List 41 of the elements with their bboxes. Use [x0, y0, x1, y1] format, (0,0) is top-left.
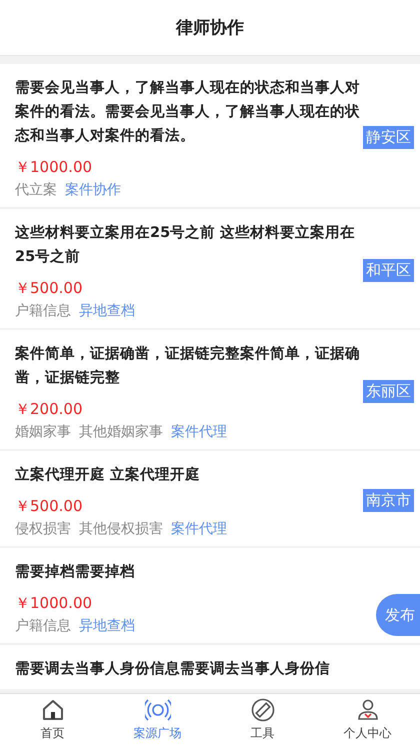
case-price: ￥500.00 [15, 279, 84, 298]
region-badge: 南京市 [363, 489, 414, 512]
case-price: ￥1000.00 [15, 594, 94, 613]
category-tag: 其他婚姻家事 [79, 423, 163, 441]
case-title: 案件简单，证据确凿，证据链完整案件简单，证据确凿，证据链完整 [15, 344, 360, 388]
page-title: 律师协作 [176, 17, 244, 39]
category-tag: 户籍信息 [15, 302, 71, 320]
home-icon [40, 698, 64, 722]
region-badge: 和平区 [363, 259, 414, 282]
case-card[interactable]: 案件简单，证据确凿，证据链完整案件简单，证据确凿，证据链完整 ￥200.00 婚姻家事 其他婚姻家事 案件代理 东丽区 [0, 330, 420, 449]
case-price: ￥1000.00 [15, 158, 94, 177]
case-card[interactable]: 这些材料要立案用在25号之前 这些材料要立案用在25号之前 ￥500.00 户籍信息 异地查档 和平区 [0, 209, 420, 328]
category-tag: 其他侵权损害 [79, 520, 163, 538]
type-tag: 异地查档 [79, 302, 135, 320]
case-card[interactable]: 需要调去当事人身份信息需要调去当事人身份信 [0, 645, 420, 689]
type-tag: 案件代理 [171, 520, 227, 538]
case-title: 需要调去当事人身份信息需要调去当事人身份信 [15, 660, 331, 679]
person-icon [356, 698, 380, 722]
case-title: 需要掉档需要掉档 [15, 562, 136, 582]
nav-tab[interactable]: 个人中心 [315, 694, 420, 746]
region-badge: 静安区 [363, 126, 414, 149]
type-tag: 异地查档 [79, 617, 135, 635]
category-tag: 户籍信息 [15, 617, 71, 635]
nav-tab[interactable]: 工具 [210, 694, 315, 746]
nav-tab[interactable]: 案源广场 [105, 694, 210, 746]
case-title: 这些材料要立案用在25号之前 这些材料要立案用在25号之前 [15, 223, 356, 267]
type-tag: 案件代理 [171, 423, 227, 441]
ruler-icon [250, 698, 274, 722]
case-card[interactable]: 立案代理开庭 立案代理开庭 ￥500.00 侵权损害 其他侵权损害 案件代理 南京市 [0, 451, 420, 546]
case-title: 立案代理开庭 立案代理开庭 [15, 465, 202, 485]
nav-tab[interactable]: 首页 [0, 694, 105, 746]
case-price: ￥200.00 [15, 400, 84, 419]
category-tag: 婚姻家事 [15, 423, 71, 441]
region-badge: 东丽区 [363, 380, 414, 403]
category-tag: 代立案 [15, 181, 57, 199]
category-tag: 侵权损害 [15, 520, 71, 538]
type-tag: 案件协作 [65, 181, 121, 199]
case-card[interactable]: 需要会见当事人，了解当事人现在的状态和当事人对案件的看法。需要会见当事人，了解当事人现在的状态和当事人对案件的看法。 ￥1000.00 代立案 案件协作 静安区 [0, 64, 420, 207]
case-price: ￥500.00 [15, 497, 84, 516]
case-title: 需要会见当事人，了解当事人现在的状态和当事人对案件的看法。需要会见当事人，了解当事人现在的状态和当事人对案件的看法。 [15, 78, 360, 146]
signal-icon [144, 698, 170, 722]
